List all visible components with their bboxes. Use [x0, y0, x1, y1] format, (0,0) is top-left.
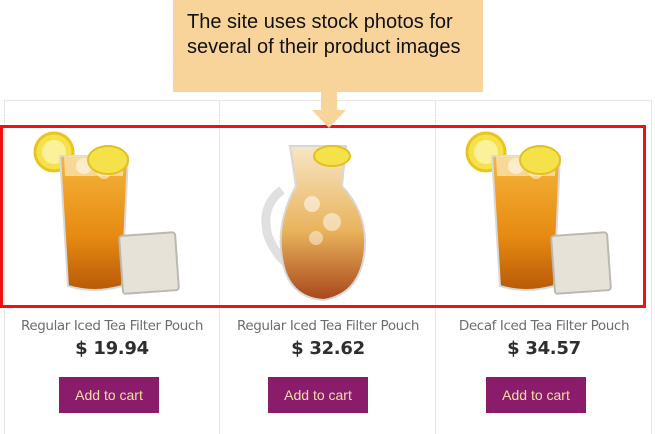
product-card: Regular Iced Tea Filter Pouch $ 19.94 Ad…	[4, 100, 220, 434]
add-to-cart-button[interactable]: Add to cart	[268, 377, 368, 413]
filter-pouch-icon	[550, 231, 612, 295]
product-name[interactable]: Decaf Iced Tea Filter Pouch	[436, 318, 652, 334]
lemon-slice-icon	[313, 145, 351, 167]
product-image[interactable]	[220, 126, 436, 302]
product-price: $ 32.62	[291, 338, 365, 359]
callout-arrow-icon	[312, 92, 346, 128]
filter-pouch-icon	[118, 231, 180, 295]
product-name[interactable]: Regular Iced Tea Filter Pouch	[4, 318, 220, 334]
product-image[interactable]	[436, 126, 652, 302]
product-image[interactable]	[4, 126, 220, 302]
product-card: Regular Iced Tea Filter Pouch $ 32.62 Ad…	[220, 100, 436, 434]
product-name[interactable]: Regular Iced Tea Filter Pouch	[220, 318, 436, 334]
annotation-callout: The site uses stock photos for several o…	[173, 0, 483, 92]
add-to-cart-button[interactable]: Add to cart	[59, 377, 159, 413]
product-price: $ 19.94	[75, 338, 149, 359]
product-price: $ 34.57	[507, 338, 581, 359]
add-to-cart-button[interactable]: Add to cart	[486, 377, 586, 413]
product-card: Decaf Iced Tea Filter Pouch $ 34.57 Add …	[436, 100, 652, 434]
